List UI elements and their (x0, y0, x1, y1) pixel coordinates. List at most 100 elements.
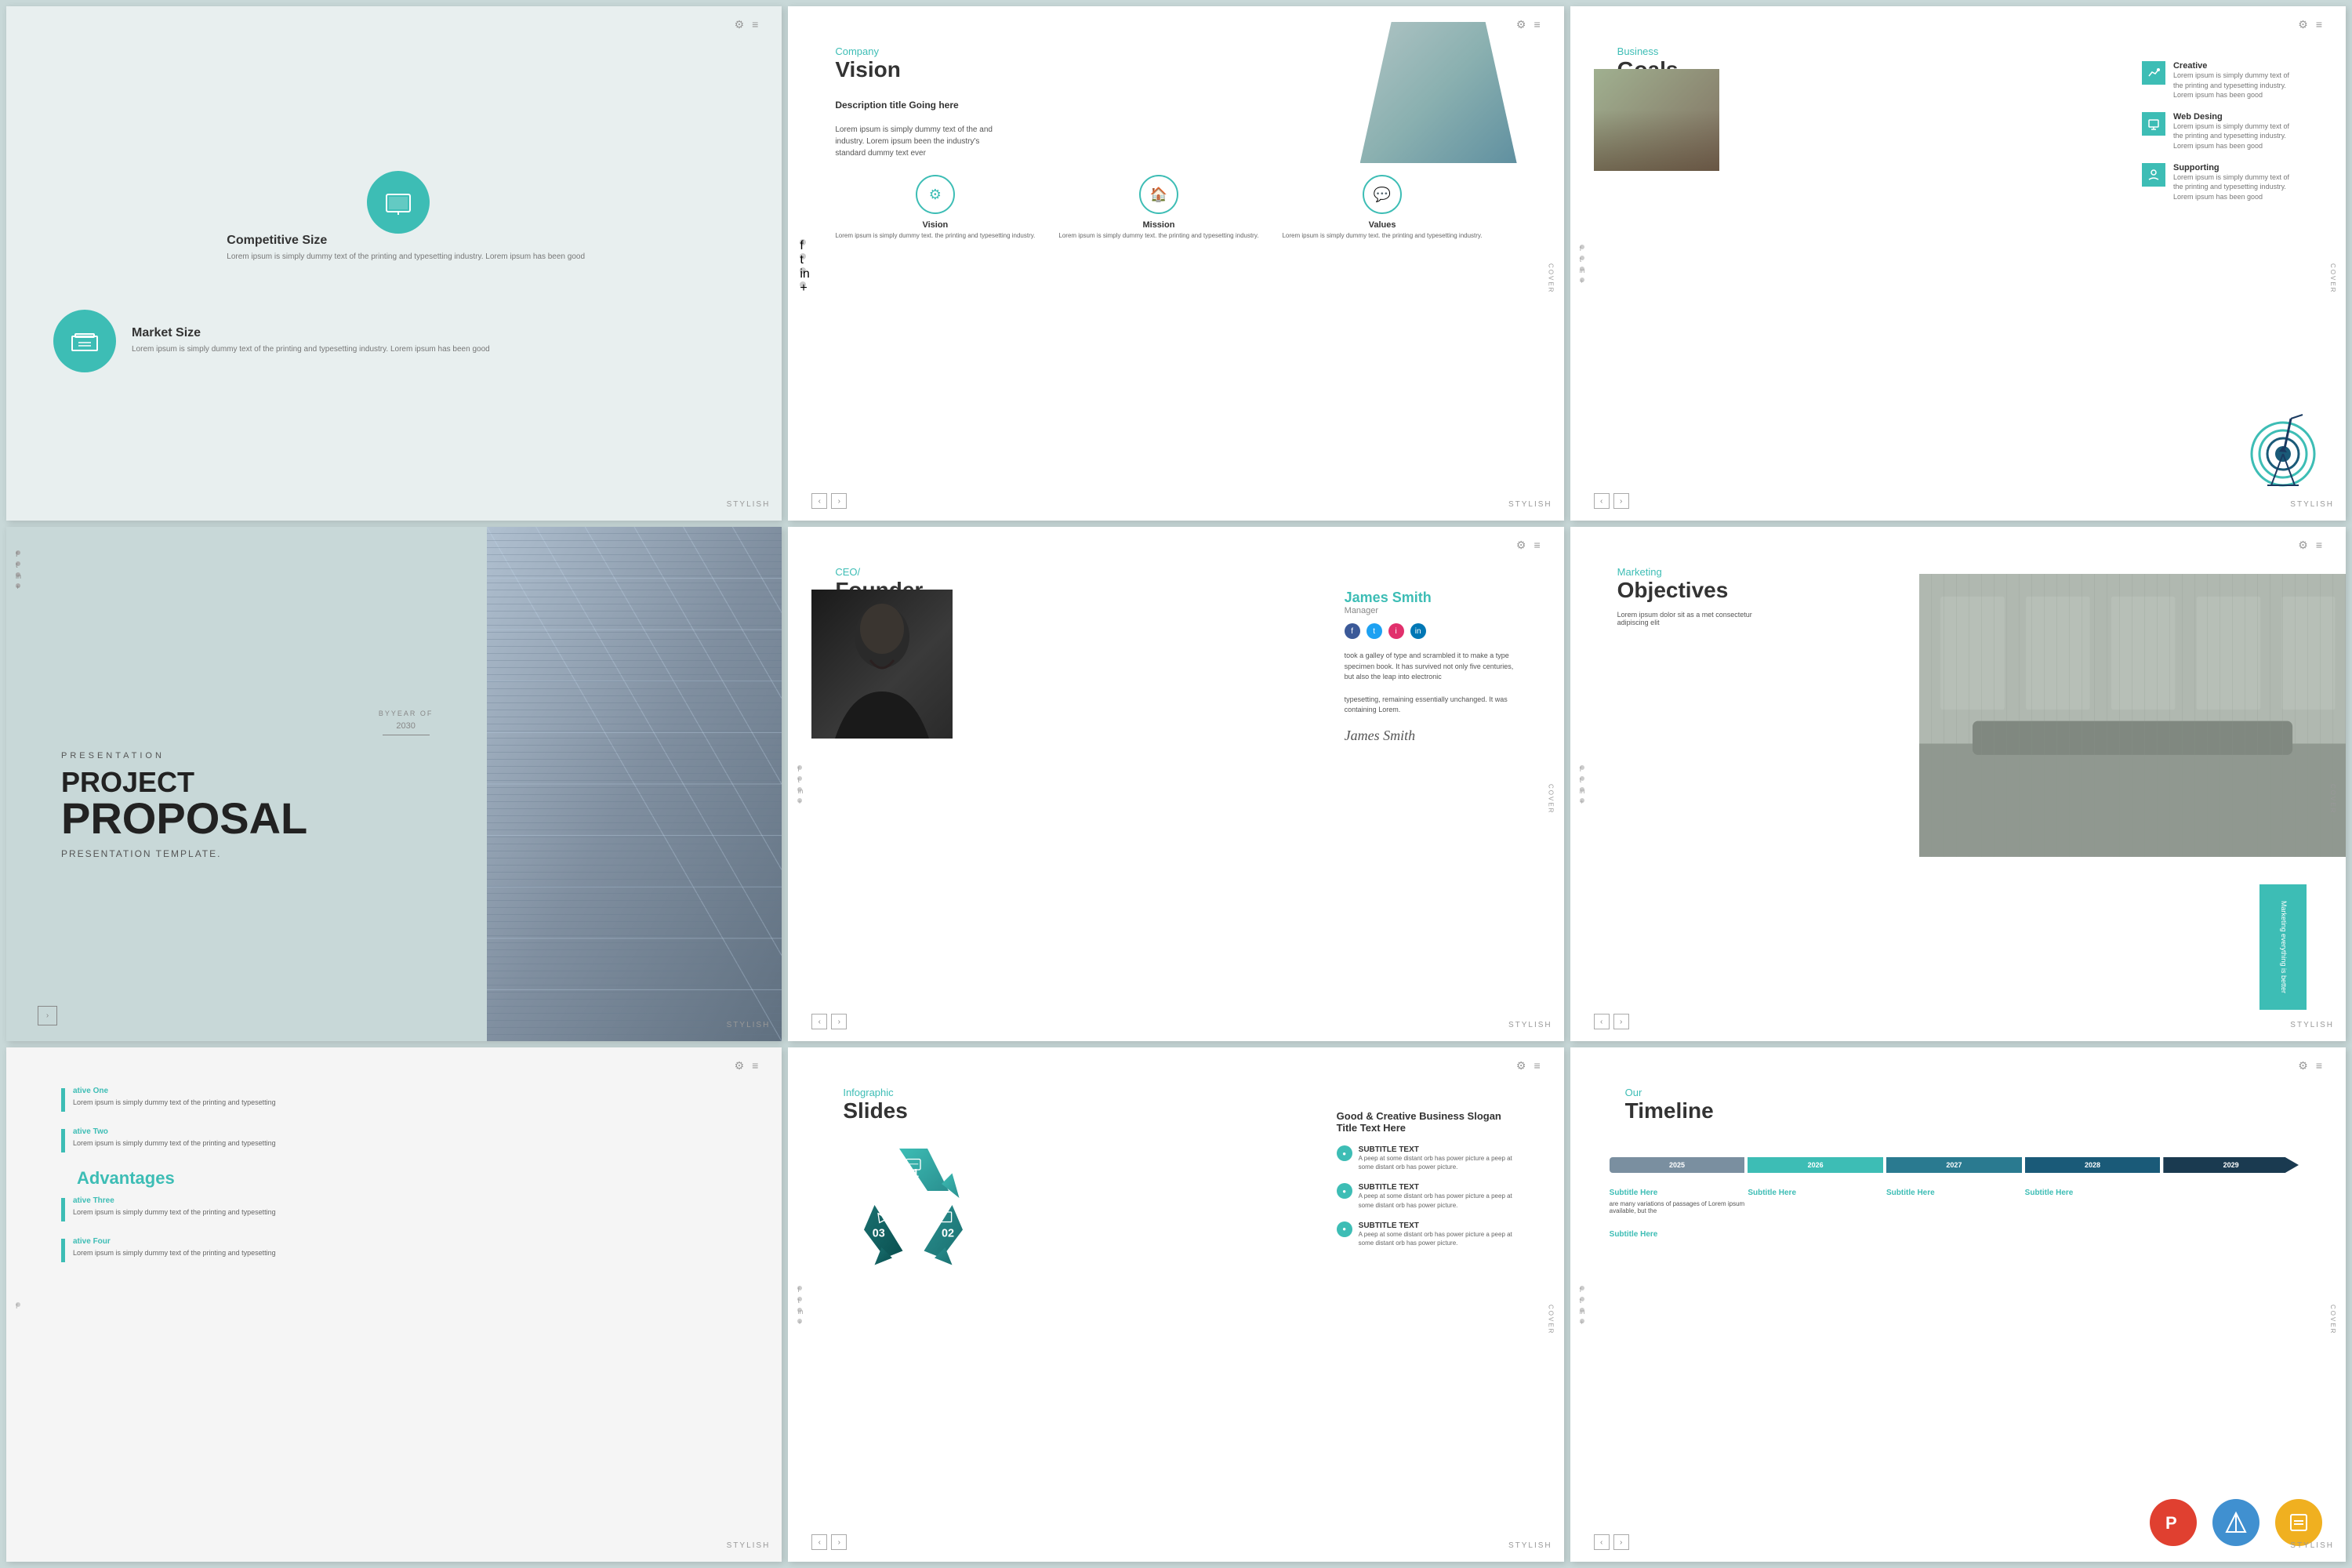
slide-competitive-size: Competitive Size Lorem ipsum is simply d… (6, 6, 782, 521)
timeline-node-2026: 2026 (1748, 1157, 1883, 1173)
sub-item-1: ● SUBTITLE TEXT A peep at some distant o… (1337, 1145, 1517, 1171)
slide-our-timeline: f t in + Our Timeline 2025 2026 2027 202… (1570, 1047, 2346, 1562)
slide2-nav: ‹ › (811, 493, 847, 509)
slide6-sidebar: f t in + (1580, 765, 1584, 803)
prev-btn[interactable]: ‹ (1594, 493, 1610, 509)
settings-icon[interactable]: ⚙ (1516, 539, 1526, 552)
sb-t: t (1580, 256, 1584, 260)
slides-grid: Competitive Size Lorem ipsum is simply d… (0, 0, 2352, 1568)
slide3-settings: ⚙ ≡ (2298, 18, 2322, 31)
linkedin-btn[interactable]: in (1410, 623, 1426, 639)
timeline-title-4: Subtitle Here (2025, 1189, 2161, 1197)
item-label-2: ative Two (73, 1127, 276, 1136)
timeline-subtitle-1: Subtitle Here (1610, 1230, 1745, 1239)
slide1-settings: ⚙ ≡ (735, 18, 759, 31)
slide6-teal-bar: Marketing everything is better (2259, 884, 2307, 1010)
sub-desc-2: A peep at some distant orb has power pic… (1359, 1192, 1517, 1209)
advantages-text: Advantages (77, 1168, 758, 1189)
instagram-btn[interactable]: i (1388, 623, 1404, 639)
menu-icon[interactable]: ≡ (2316, 539, 2322, 552)
menu-icon[interactable]: ≡ (752, 18, 758, 31)
menu-icon[interactable]: ≡ (1534, 1059, 1540, 1073)
settings-icon[interactable]: ⚙ (735, 1059, 745, 1073)
menu-icon[interactable]: ≡ (1534, 539, 1540, 552)
item-text-1: ative One Lorem ipsum is simply dummy te… (73, 1087, 276, 1108)
webdesign-text: Web Desing Lorem ipsum is simply dummy t… (2173, 112, 2299, 151)
next-btn[interactable]: › (831, 1534, 847, 1550)
sb-in6: in (1580, 787, 1584, 792)
slide2-settings: ⚙ ≡ (1516, 18, 1541, 31)
sub-title-1: SUBTITLE TEXT (1359, 1145, 1517, 1154)
slide2-icons-row: ⚙ Vision Lorem ipsum is simply dummy tex… (835, 175, 1540, 239)
settings-icon[interactable]: ⚙ (2298, 18, 2308, 31)
facebook-btn[interactable]: f (1345, 623, 1360, 639)
slide-business-goals: f t in + Business Goals (1570, 6, 2346, 521)
slide6-desc: Lorem ipsum dolor sit as a met consectet… (1617, 611, 1774, 626)
vision-icon: ⚙ (916, 175, 955, 214)
vision-text: Lorem ipsum is simply dummy text. the pr… (835, 232, 1035, 239)
slide9-label: STYLISH (2290, 1541, 2334, 1550)
slide4-sidebar: f t in + (16, 550, 20, 588)
timeline-title-2: Subtitle Here (1748, 1189, 1883, 1197)
next-btn[interactable]: › (1613, 1014, 1629, 1029)
slide2-cover: COVER (1548, 263, 1555, 293)
settings-icon[interactable]: ⚙ (1516, 18, 1526, 31)
slide2-desc-title: Description title Going here (835, 98, 1007, 112)
timeline-title-1: Subtitle Here (1610, 1189, 1745, 1197)
prev-btn[interactable]: ‹ (811, 1534, 827, 1550)
sb-t4: t (16, 561, 20, 566)
slide5-nav: ‹ › (811, 1014, 847, 1029)
item-bar-2 (61, 1129, 65, 1152)
slide6-label: STYLISH (2290, 1021, 2334, 1029)
settings-icon[interactable]: ⚙ (2298, 1059, 2308, 1073)
mission-icon: 🏠 (1139, 175, 1178, 214)
timeline-node-2025: 2025 (1610, 1157, 1745, 1173)
mission-label: Mission (1142, 220, 1174, 230)
timeline-text-1: are many variations of passages of Lorem… (1610, 1200, 1745, 1214)
next-btn[interactable]: › (831, 1014, 847, 1029)
item-desc-4: Lorem ipsum is simply dummy text of the … (73, 1248, 276, 1258)
next-btn[interactable]: › (1613, 1534, 1629, 1550)
sb-share8: + (797, 1319, 802, 1323)
sub-item-3: ● SUBTITLE TEXT A peep at some distant o… (1337, 1221, 1517, 1247)
target-graphic (2244, 411, 2322, 489)
next-btn[interactable]: › (831, 493, 847, 509)
prev-btn[interactable]: ‹ (1594, 1534, 1610, 1550)
twitter-btn[interactable]: t (1367, 623, 1382, 639)
powerpoint-badge: P (2150, 1499, 2197, 1546)
creative-desc: Lorem ipsum is simply dummy text of the … (2173, 71, 2299, 100)
person-bio: took a galley of type and scrambled it t… (1345, 651, 1517, 683)
timeline-col-4: Subtitle Here (2025, 1181, 2161, 1242)
menu-icon[interactable]: ≡ (752, 1059, 758, 1073)
supporting-desc: Lorem ipsum is simply dummy text of the … (2173, 172, 2299, 202)
prev-btn[interactable]: ‹ (811, 493, 827, 509)
settings-icon[interactable]: ⚙ (2298, 539, 2308, 552)
sb-f5: f (797, 765, 802, 770)
sub-desc-3: A peep at some distant orb has power pic… (1359, 1230, 1517, 1247)
slide4-prev[interactable]: › (38, 1006, 57, 1025)
settings-icon[interactable]: ⚙ (735, 18, 745, 31)
slide8-cover: COVER (1548, 1305, 1555, 1334)
prev-btn[interactable]: ‹ (1594, 1014, 1610, 1029)
menu-icon[interactable]: ≡ (2316, 1059, 2322, 1073)
menu-icon[interactable]: ≡ (2316, 18, 2322, 31)
slide9-settings: ⚙ ≡ (2298, 1059, 2322, 1073)
menu-icon[interactable]: ≡ (1534, 18, 1540, 31)
recycle-graphic: 01 02 03 (835, 1142, 992, 1283)
values-text: Lorem ipsum is simply dummy text. the pr… (1282, 232, 1482, 239)
goal-webdesign: Web Desing Lorem ipsum is simply dummy t… (2142, 112, 2299, 151)
slide9-main: Timeline (1625, 1098, 2322, 1123)
settings-icon[interactable]: ⚙ (1516, 1059, 1526, 1073)
goal-creative: Creative Lorem ipsum is simply dummy tex… (2142, 61, 2299, 100)
timeline-col-5 (2163, 1181, 2299, 1242)
slide2-label: STYLISH (1508, 500, 1552, 509)
slide-infographic-partial: f ative One Lorem ipsum is simply dummy … (6, 1047, 782, 1562)
prev-btn[interactable]: ‹ (811, 1014, 827, 1029)
slide-ceo-founder: f t in + CEO/ Founder (788, 527, 1563, 1041)
next-btn[interactable]: › (1613, 493, 1629, 509)
sb-t6: t (1580, 776, 1584, 781)
slide8-label: STYLISH (1508, 1541, 1552, 1550)
slide8-nav: ‹ › (811, 1534, 847, 1550)
list-item-3: ative Three Lorem ipsum is simply dummy … (61, 1196, 758, 1221)
item-desc-3: Lorem ipsum is simply dummy text of the … (73, 1207, 276, 1218)
